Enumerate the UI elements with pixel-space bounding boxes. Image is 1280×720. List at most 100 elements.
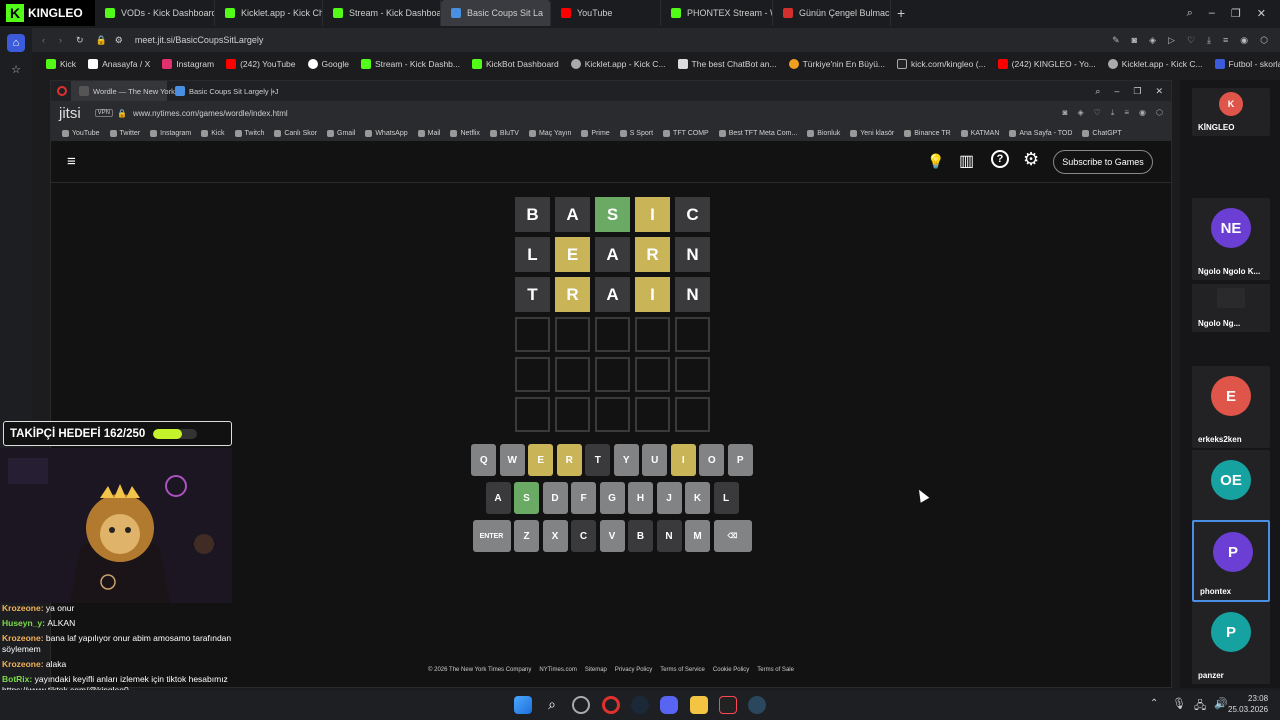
hamburger-menu-icon[interactable]: ≡ [67, 153, 76, 170]
keyboard-key[interactable]: Q [471, 444, 497, 476]
inner-bookmark-item[interactable]: Twitter [105, 129, 146, 137]
inner-bookmark-item[interactable]: Instagram [145, 129, 196, 137]
inner-bookmark-item[interactable]: KATMAN [956, 129, 1005, 137]
bookmark-item[interactable]: kick.com/kingleo (... [891, 59, 992, 69]
search-icon[interactable]: ⌕ [1095, 86, 1100, 97]
inner-bookmark-item[interactable]: Yeni klasör [845, 129, 899, 137]
inner-bookmark-item[interactable]: Netflix [445, 129, 484, 137]
keyboard-key[interactable]: H [628, 482, 653, 514]
footer-link[interactable]: Terms of Sale [757, 667, 794, 673]
keyboard-key[interactable]: S [514, 482, 539, 514]
profile-icon[interactable]: ◉ [1240, 35, 1248, 46]
play-icon[interactable]: ▷ [1168, 35, 1175, 46]
inner-bookmark-item[interactable]: Kick [196, 129, 229, 137]
participant-tile[interactable]: Ppanzer [1192, 602, 1270, 684]
keyboard-key[interactable]: R [556, 444, 582, 476]
steam-app-icon[interactable] [631, 696, 649, 714]
vpn-badge[interactable]: VPN [94, 109, 114, 117]
keyboard-key[interactable]: A [485, 482, 511, 514]
close-icon[interactable]: ✕ [1257, 7, 1266, 20]
inner-url-field[interactable]: www.nytimes.com/games/wordle/index.html [133, 109, 288, 118]
inner-tab-jitsi[interactable]: Basic Coups Sit Largely | J [167, 81, 279, 101]
enter-key[interactable]: ENTER [472, 520, 511, 552]
heart-icon[interactable]: ♡ [1187, 35, 1195, 46]
network-icon[interactable]: 🖧 [1194, 697, 1206, 716]
inner-bookmark-item[interactable]: ChatGPT [1077, 129, 1126, 137]
bookmark-item[interactable]: KickBot Dashboard [466, 59, 565, 69]
restore-icon[interactable]: ❐ [1133, 86, 1141, 97]
participant-tile[interactable]: K KİNGLEO [1192, 88, 1270, 136]
new-tab-icon[interactable]: + [897, 5, 905, 21]
backspace-key[interactable]: ⌫ [713, 520, 752, 552]
minimize-icon[interactable]: – [1114, 86, 1119, 97]
new-tab-icon[interactable]: + [271, 87, 275, 96]
download-icon[interactable]: ⤓ [1207, 35, 1211, 46]
inner-bookmark-item[interactable]: WhatsApp [360, 129, 412, 137]
keyboard-key[interactable]: G [599, 482, 625, 514]
profile-icon[interactable]: ◉ [1139, 108, 1146, 118]
camera-icon[interactable]: ◙ [1063, 108, 1068, 118]
bookmark-item[interactable]: Futbol - skorlar, tak... [1209, 59, 1280, 69]
tune-icon[interactable]: ⚙ [115, 35, 123, 46]
back-icon[interactable]: ‹ [42, 35, 45, 45]
keyboard-key[interactable]: D [542, 482, 568, 514]
keyboard-key[interactable]: X [542, 520, 568, 552]
outer-tab-cengel[interactable]: Günün Çengel Bulmacası [773, 0, 891, 26]
inner-bookmark-item[interactable]: Prime [576, 129, 614, 137]
participant-tile[interactable]: Eerkeks2ken [1192, 366, 1270, 448]
restore-icon[interactable]: ❐ [1231, 7, 1241, 20]
keyboard-key[interactable]: J [656, 482, 682, 514]
menu-icon[interactable]: ≡ [1223, 35, 1228, 46]
home-icon[interactable]: ⌂ [7, 34, 25, 52]
keyboard-key[interactable]: Y [613, 444, 639, 476]
keyboard-key[interactable]: C [571, 520, 596, 552]
subscribe-button[interactable]: Subscribe to Games [1053, 150, 1153, 174]
camera-icon[interactable]: ◙ [1132, 35, 1137, 46]
keyboard-key[interactable]: L [713, 482, 739, 514]
clock-time[interactable]: 23:08 [1248, 694, 1268, 703]
extension-icon[interactable]: ⬡ [1260, 35, 1268, 46]
inner-tab-wordle[interactable]: Wordle — The New York [71, 81, 175, 101]
inner-bookmark-item[interactable]: S Sport [615, 129, 658, 137]
keyboard-key[interactable]: F [571, 482, 596, 514]
extension-icon[interactable]: ⬡ [1156, 108, 1163, 118]
url-field[interactable]: meet.jit.si/BasicCoupsSitLargely [135, 35, 264, 45]
clock-date[interactable]: 25.03.2026 [1228, 705, 1268, 714]
edit-icon[interactable]: ✎ [1112, 35, 1120, 46]
stats-icon[interactable]: ▥ [959, 151, 974, 171]
keyboard-key[interactable]: T [585, 444, 611, 476]
microphone-icon[interactable]: 🎙 [1172, 697, 1186, 710]
inner-bookmark-item[interactable]: BluTV [485, 129, 524, 137]
outer-tab-youtube[interactable]: YouTube [551, 0, 661, 26]
bookmark-item[interactable]: Türkiye'nin En Büyü... [783, 59, 891, 69]
bookmark-item[interactable]: Google [302, 59, 355, 69]
valorant-app-icon[interactable] [719, 696, 737, 714]
inner-bookmark-item[interactable]: YouTube [57, 129, 105, 137]
bookmark-item[interactable]: The best ChatBot an... [672, 59, 783, 69]
search-icon[interactable]: ⌕ [543, 696, 561, 714]
bookmark-item[interactable]: (242) YouTube [220, 59, 301, 69]
help-icon[interactable]: ? [991, 150, 1009, 168]
menu-icon[interactable]: ≡ [1124, 108, 1129, 118]
star-icon[interactable]: ☆ [7, 60, 25, 78]
minimize-icon[interactable]: – [1209, 7, 1215, 19]
participant-tile[interactable]: Pphontex [1192, 520, 1270, 602]
outer-tab-phontex[interactable]: PHONTEX Stream - W [661, 0, 773, 26]
windows-start-icon[interactable] [514, 696, 532, 714]
inner-bookmark-item[interactable]: Mail [413, 129, 446, 137]
shield-icon[interactable]: ◈ [1077, 108, 1083, 118]
keyboard-key[interactable]: M [685, 520, 710, 552]
keyboard-key[interactable]: W [499, 444, 525, 476]
keyboard-key[interactable]: N [656, 520, 682, 552]
footer-link[interactable]: NYTimes.com [539, 667, 576, 673]
inner-bookmark-item[interactable]: Twitch [230, 129, 270, 137]
hint-bulb-icon[interactable]: 💡 [927, 153, 944, 170]
search-tabs-icon[interactable]: ⌕ [1187, 7, 1193, 20]
bookmark-item[interactable]: Stream - Kick Dashb... [355, 59, 466, 69]
tray-chevron-icon[interactable]: ⌃ [1150, 698, 1158, 709]
keyboard-key[interactable]: O [699, 444, 725, 476]
keyboard-key[interactable]: E [528, 444, 554, 476]
keyboard-key[interactable]: I [670, 444, 696, 476]
opera-app-icon[interactable] [602, 696, 620, 714]
download-icon[interactable]: ⤓ [1111, 108, 1115, 118]
